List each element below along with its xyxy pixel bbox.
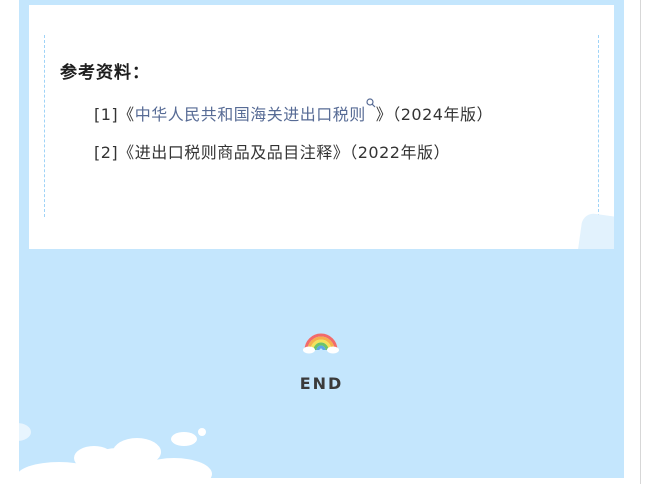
- card-dashed-border-right: [598, 35, 599, 217]
- reference-close-quote: 》: [332, 143, 350, 162]
- references-heading: 参考资料：: [60, 63, 150, 83]
- references-card: 参考资料： [1]《中华人民共和国海关进出口税则 》（2024年版） [2]《进出…: [29, 5, 614, 249]
- rainbow-icon: [303, 333, 339, 354]
- card-dashed-border-left: [44, 35, 45, 217]
- reference-open-quote: 《: [118, 105, 135, 124]
- reference-title-link[interactable]: 中华人民共和国海关进出口税则: [135, 105, 366, 124]
- reference-item-2: [2]《进出口税则商品及品目注释》（2022年版）: [94, 139, 450, 163]
- reference-index: [1]: [94, 105, 119, 124]
- reference-index: [2]: [94, 143, 119, 162]
- reference-open-quote: 《: [118, 143, 135, 162]
- end-label: END: [299, 374, 344, 393]
- article-page: 参考资料： [1]《中华人民共和国海关进出口税则 》（2024年版） [2]《进出…: [0, 0, 645, 484]
- reference-edition: （2024年版）: [392, 105, 493, 124]
- reference-close-quote: 》: [375, 105, 393, 124]
- reference-item-1: [1]《中华人民共和国海关进出口税则 》（2024年版）: [94, 98, 493, 125]
- article-body: 参考资料： [1]《中华人民共和国海关进出口税则 》（2024年版） [2]《进出…: [19, 0, 624, 478]
- cloud-decoration: [19, 423, 212, 478]
- scrollbar-edge: [640, 0, 641, 484]
- reference-title: 进出口税则商品及品目注释: [134, 143, 333, 162]
- page-curl-decoration: [577, 212, 614, 249]
- reference-edition: （2022年版）: [349, 143, 450, 162]
- search-icon[interactable]: [366, 93, 376, 108]
